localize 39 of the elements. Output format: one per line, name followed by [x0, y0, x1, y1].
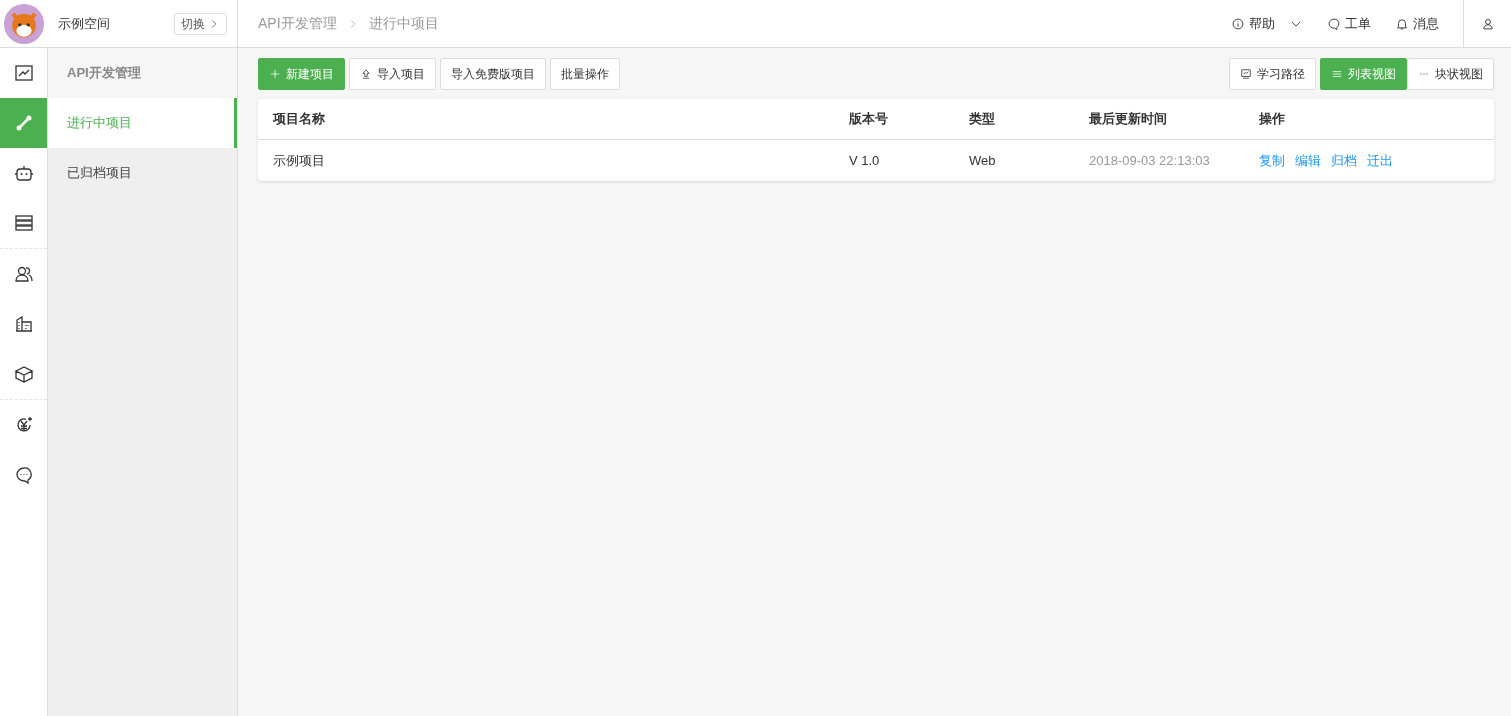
table-cell-text: 2018-09-03 22:13:03	[1089, 151, 1211, 170]
chart-board-icon	[1240, 68, 1252, 80]
column-header: 操作	[1259, 110, 1286, 129]
server-icon	[13, 213, 34, 233]
box-icon	[13, 364, 34, 384]
workspace-name: 示例空间	[58, 14, 110, 33]
info-icon	[1231, 16, 1245, 31]
header-link[interactable]: 工单	[1327, 13, 1371, 34]
column-header: 项目名称	[273, 110, 326, 129]
upload-icon	[360, 68, 372, 80]
table-cell-text: Web	[969, 151, 997, 170]
table-cell-text: 示例项目	[273, 151, 326, 170]
user-icon	[1480, 16, 1495, 31]
list-icon	[1331, 68, 1343, 80]
learning-path-button[interactable]: 学习路径	[1229, 58, 1316, 90]
building-icon	[13, 314, 34, 334]
plus-icon	[269, 68, 281, 80]
sidebar-title: API开发管理	[48, 48, 237, 98]
sidebar-item[interactable]: 已归档项目	[48, 148, 237, 198]
table-cell-text: V 1.0	[849, 151, 881, 170]
column-header: 类型	[969, 110, 996, 129]
toolbar-button[interactable]: 批量操作	[550, 58, 620, 90]
header-link[interactable]: 消息	[1395, 13, 1439, 34]
robot-icon	[13, 163, 34, 183]
chat-icon	[13, 465, 34, 485]
column-header: 版本号	[849, 110, 889, 129]
toolbar-button[interactable]: 导入免费版项目	[440, 58, 546, 90]
breadcrumb-item: 进行中项目	[368, 14, 439, 33]
users-icon	[13, 264, 34, 284]
toolbar-button[interactable]: 导入项目	[349, 58, 436, 90]
bell-icon	[1395, 16, 1409, 31]
fox-avatar-logo	[4, 3, 44, 44]
speech-bubble-icon	[1327, 16, 1341, 31]
view-toggle-button[interactable]: 块状视图	[1407, 58, 1494, 90]
chart-icon	[13, 63, 34, 83]
user-button[interactable]	[1480, 16, 1495, 31]
column-header: 最后更新时间	[1089, 110, 1168, 129]
switch-button[interactable]: 切换	[173, 12, 227, 35]
help-menu[interactable]: 帮助	[1231, 13, 1303, 34]
